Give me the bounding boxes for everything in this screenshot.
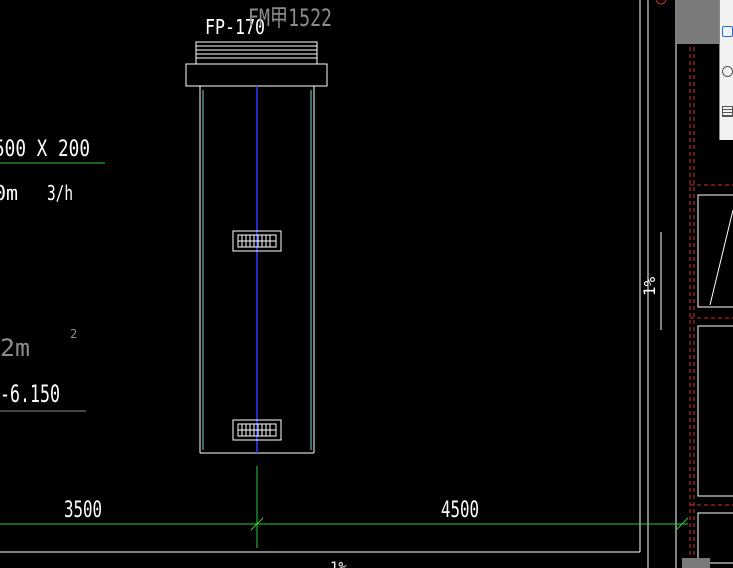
drawing-background: [0, 0, 733, 568]
slope-bottom-label: 1%: [330, 560, 347, 568]
slope-right-label: 1%: [640, 276, 659, 296]
duct-size-label: 500 X 200: [0, 137, 90, 162]
area-value-label: 2m: [0, 334, 30, 362]
circle-icon[interactable]: [722, 66, 733, 77]
folder-icon[interactable]: [722, 26, 733, 37]
airflow-unit-m-label: 0m: [0, 181, 18, 205]
tool-palette[interactable]: [719, 0, 733, 140]
dimension-right-label: 4500: [441, 498, 479, 523]
door-tag-label: FM甲1522: [248, 4, 332, 32]
area-superscript: 2: [70, 327, 77, 341]
airflow-unit-h-label: 3/h: [47, 181, 73, 205]
elevation-label: -6.150: [0, 380, 60, 408]
grid-icon[interactable]: [722, 106, 733, 117]
toolbar-gray-tab: [677, 0, 719, 44]
cad-drawing-canvas[interactable]: FP-170 FM甲1522 500 X 200 0m 3/h 2m 2 -6.…: [0, 0, 733, 568]
gray-block: [682, 558, 710, 568]
dimension-left-label: 3500: [64, 498, 102, 523]
